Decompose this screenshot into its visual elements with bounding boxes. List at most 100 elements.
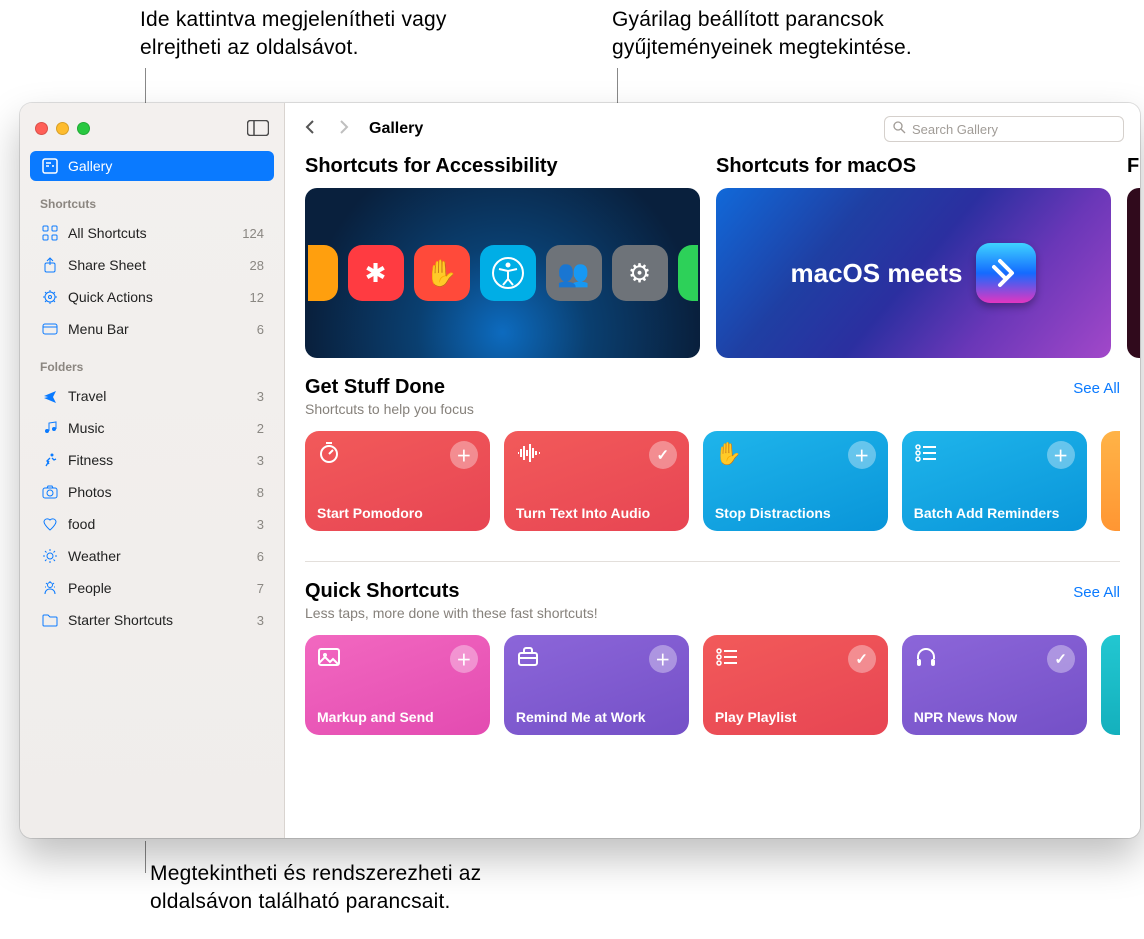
zoom-button[interactable] [77, 122, 90, 135]
minimize-button[interactable] [56, 122, 69, 135]
camera-icon [40, 484, 60, 500]
sidebar-item-gallery[interactable]: Gallery [30, 151, 274, 181]
gallery-icon [40, 158, 60, 174]
card-npr-news-now[interactable]: ✓ NPR News Now [902, 635, 1087, 735]
sidebar-item-count: 7 [257, 581, 264, 596]
card-start-pomodoro[interactable]: ＋ Start Pomodoro [305, 431, 490, 531]
added-badge[interactable]: ✓ [1047, 645, 1075, 673]
see-all-link[interactable]: See All [1073, 584, 1120, 601]
card-title: Play Playlist [715, 709, 876, 725]
banner-text: macOS meets [791, 258, 963, 289]
sidebar-item-count: 12 [250, 290, 264, 305]
card-remind-me-at-work[interactable]: ＋ Remind Me at Work [504, 635, 689, 735]
section-title: Get Stuff Done [305, 376, 474, 399]
sidebar-item-people[interactable]: People 7 [30, 573, 274, 603]
timer-icon [317, 441, 341, 471]
sidebar-item-count: 3 [257, 517, 264, 532]
callout-sidebar-toggle: Ide kattintva megjelenítheti vagy elrejt… [140, 6, 490, 63]
sidebar-item-count: 3 [257, 389, 264, 404]
sidebar-item-count: 8 [257, 485, 264, 500]
sidebar-item-starter-shortcuts[interactable]: Starter Shortcuts 3 [30, 605, 274, 635]
sidebar-folders-list: Travel 3 Music 2 Fitness 3 Photos 8 food [20, 377, 284, 641]
sidebar-item-count: 124 [242, 226, 264, 241]
card-partial[interactable] [1101, 431, 1120, 531]
folder-icon [40, 612, 60, 628]
sidebar-item-weather[interactable]: Weather 6 [30, 541, 274, 571]
card-play-playlist[interactable]: ✓ Play Playlist [703, 635, 888, 735]
sidebar-item-travel[interactable]: Travel 3 [30, 381, 274, 411]
search-icon [893, 121, 906, 137]
sidebar-item-share-sheet[interactable]: Share Sheet 28 [30, 250, 274, 280]
gallery-content: Shortcuts for Accessibility ✱ ✋ 👥 ⚙ [285, 155, 1140, 838]
page-title: Gallery [369, 120, 423, 138]
sidebar-item-label: Menu Bar [68, 321, 129, 337]
banner-partial[interactable] [1127, 188, 1140, 358]
forward-button[interactable] [335, 119, 353, 140]
tile-partial [308, 245, 338, 301]
added-badge[interactable]: ✓ [848, 645, 876, 673]
add-badge[interactable]: ＋ [1047, 441, 1075, 469]
heart-icon [40, 516, 60, 532]
toggle-sidebar-button[interactable] [246, 119, 270, 137]
add-badge[interactable]: ＋ [450, 441, 478, 469]
sidebar-item-food[interactable]: food 3 [30, 509, 274, 539]
back-button[interactable] [301, 119, 319, 140]
section-get-stuff-done: Get Stuff Done Shortcuts to help you foc… [285, 358, 1140, 541]
section-subtitle: Shortcuts to help you focus [305, 401, 474, 417]
sidebar-item-label: Starter Shortcuts [68, 612, 173, 628]
add-badge[interactable]: ＋ [848, 441, 876, 469]
sidebar-item-label: Weather [68, 548, 121, 564]
sidebar-item-all-shortcuts[interactable]: All Shortcuts 124 [30, 218, 274, 248]
briefcase-icon [516, 645, 540, 675]
sidebar-item-label: Music [68, 420, 105, 436]
card-title: Markup and Send [317, 709, 478, 725]
headphones-icon [914, 645, 938, 675]
sidebar-item-label: food [68, 516, 95, 532]
plane-icon [40, 388, 60, 404]
sun-icon [40, 548, 60, 564]
card-turn-text-into-audio[interactable]: ✓ Turn Text Into Audio [504, 431, 689, 531]
sidebar-item-quick-actions[interactable]: Quick Actions 12 [30, 282, 274, 312]
search-input[interactable]: Search Gallery [884, 116, 1124, 142]
sidebar-item-label: Travel [68, 388, 106, 404]
banner-accessibility[interactable]: ✱ ✋ 👥 ⚙ [305, 188, 700, 358]
run-icon [40, 452, 60, 468]
section-quick-shortcuts: Quick Shortcuts Less taps, more done wit… [285, 562, 1140, 745]
banner-title-partial: F [1127, 155, 1140, 178]
add-badge[interactable]: ＋ [450, 645, 478, 673]
tile-accessibility-icon [480, 245, 536, 301]
tile-icon: ✋ [414, 245, 470, 301]
sidebar-item-fitness[interactable]: Fitness 3 [30, 445, 274, 475]
banner-macos[interactable]: macOS meets [716, 188, 1111, 358]
sidebar-item-count: 28 [250, 258, 264, 273]
tile-icon: ✱ [348, 245, 404, 301]
callout-gallery-banner: Gyárilag beállított parancsok gyűjtemény… [612, 6, 1012, 63]
add-badge[interactable]: ＋ [649, 645, 677, 673]
menubar-icon [40, 321, 60, 337]
image-icon [317, 645, 341, 675]
sidebar-item-label: Photos [68, 484, 112, 500]
music-icon [40, 420, 60, 436]
sidebar-item-count: 6 [257, 322, 264, 337]
card-stop-distractions[interactable]: ✋ ＋ Stop Distractions [703, 431, 888, 531]
main-content: Gallery Search Gallery Shortcuts for Acc… [285, 103, 1140, 838]
see-all-link[interactable]: See All [1073, 380, 1120, 397]
sidebar-shortcuts-list: All Shortcuts 124 Share Sheet 28 Quick A… [20, 214, 284, 350]
sidebar-item-music[interactable]: Music 2 [30, 413, 274, 443]
close-button[interactable] [35, 122, 48, 135]
added-badge[interactable]: ✓ [649, 441, 677, 469]
list-icon [914, 441, 938, 471]
banner-title-accessibility: Shortcuts for Accessibility [305, 155, 700, 178]
sidebar-item-photos[interactable]: Photos 8 [30, 477, 274, 507]
people-icon [40, 580, 60, 596]
sidebar-item-count: 3 [257, 613, 264, 628]
sidebar-header-shortcuts: Shortcuts [20, 187, 284, 214]
sidebar-item-count: 2 [257, 421, 264, 436]
card-markup-and-send[interactable]: ＋ Markup and Send [305, 635, 490, 735]
card-title: Turn Text Into Audio [516, 505, 677, 521]
card-title: NPR News Now [914, 709, 1075, 725]
card-partial[interactable] [1101, 635, 1120, 735]
card-batch-add-reminders[interactable]: ＋ Batch Add Reminders [902, 431, 1087, 531]
sidebar-icon [247, 120, 269, 136]
sidebar-item-menu-bar[interactable]: Menu Bar 6 [30, 314, 274, 344]
